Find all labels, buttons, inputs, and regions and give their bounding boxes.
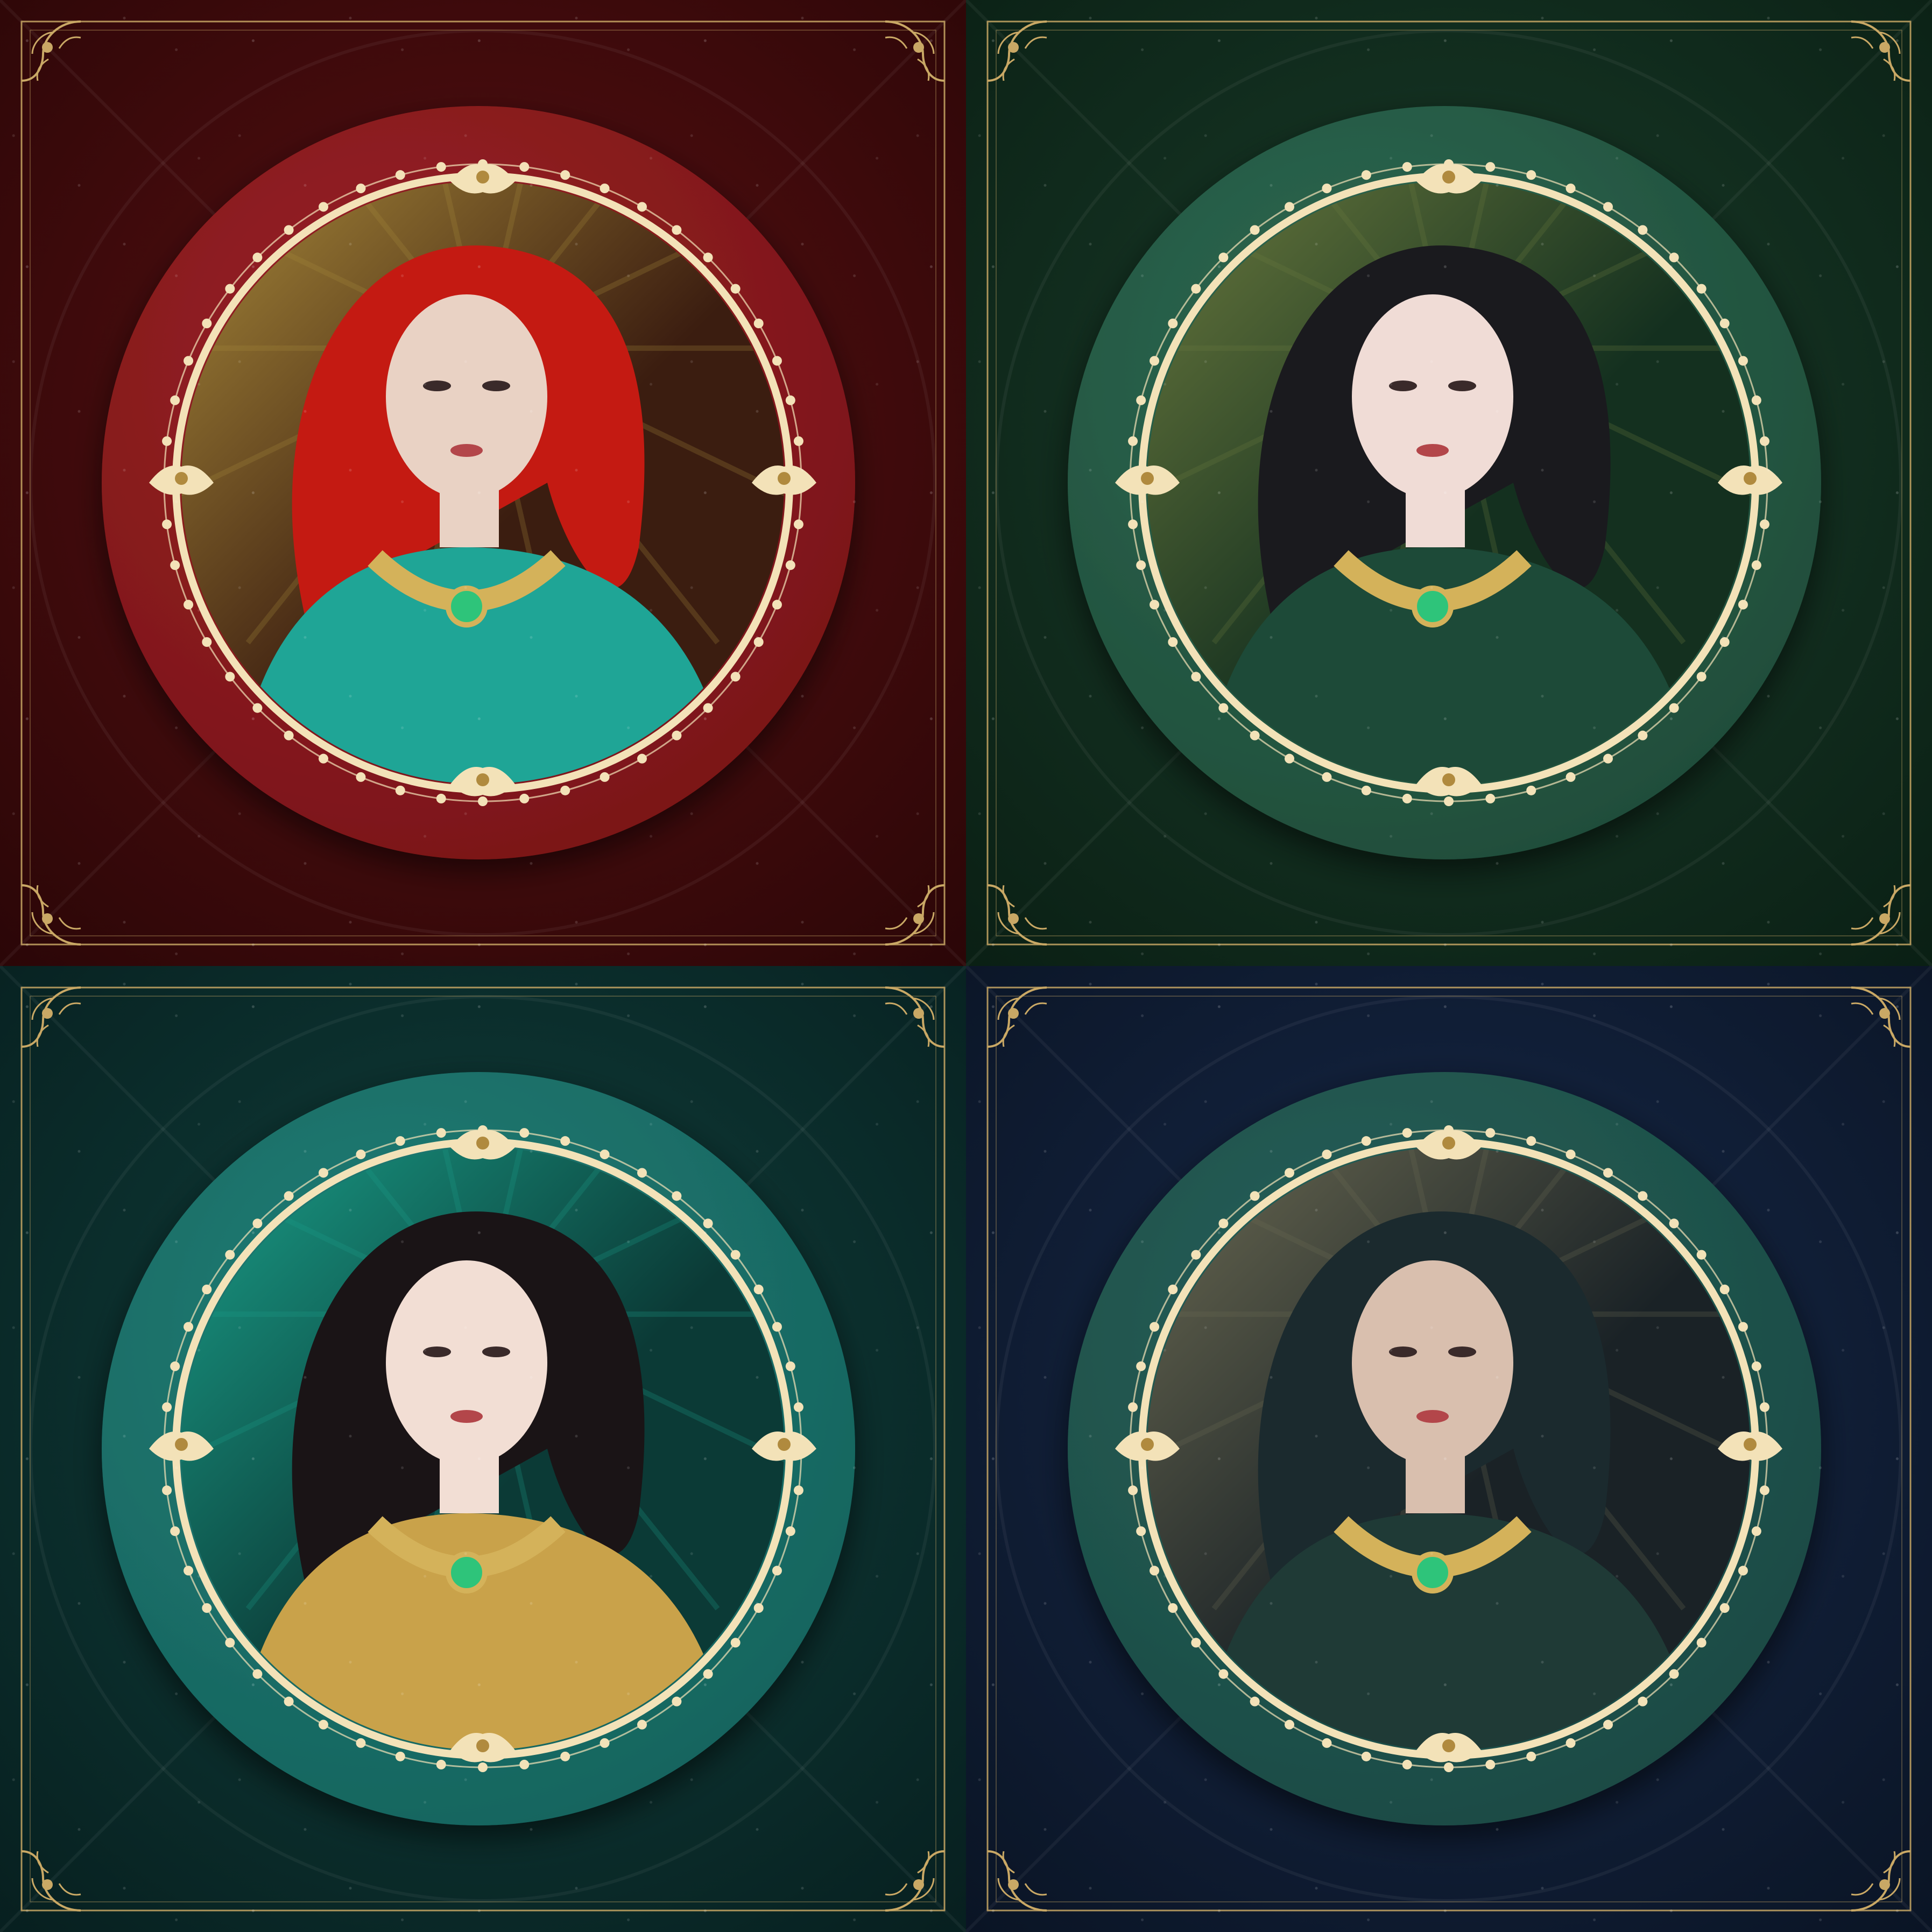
card-red[interactable] [0, 0, 966, 966]
card-teal[interactable] [0, 966, 966, 1932]
teal-card-artwork [0, 966, 966, 1932]
green-card-artwork [966, 0, 1932, 966]
card-green[interactable] [966, 0, 1932, 966]
card-navy[interactable] [966, 966, 1932, 1932]
red-card-artwork [0, 0, 966, 966]
navy-card-artwork [966, 966, 1932, 1932]
portrait-grid [0, 0, 1932, 1932]
